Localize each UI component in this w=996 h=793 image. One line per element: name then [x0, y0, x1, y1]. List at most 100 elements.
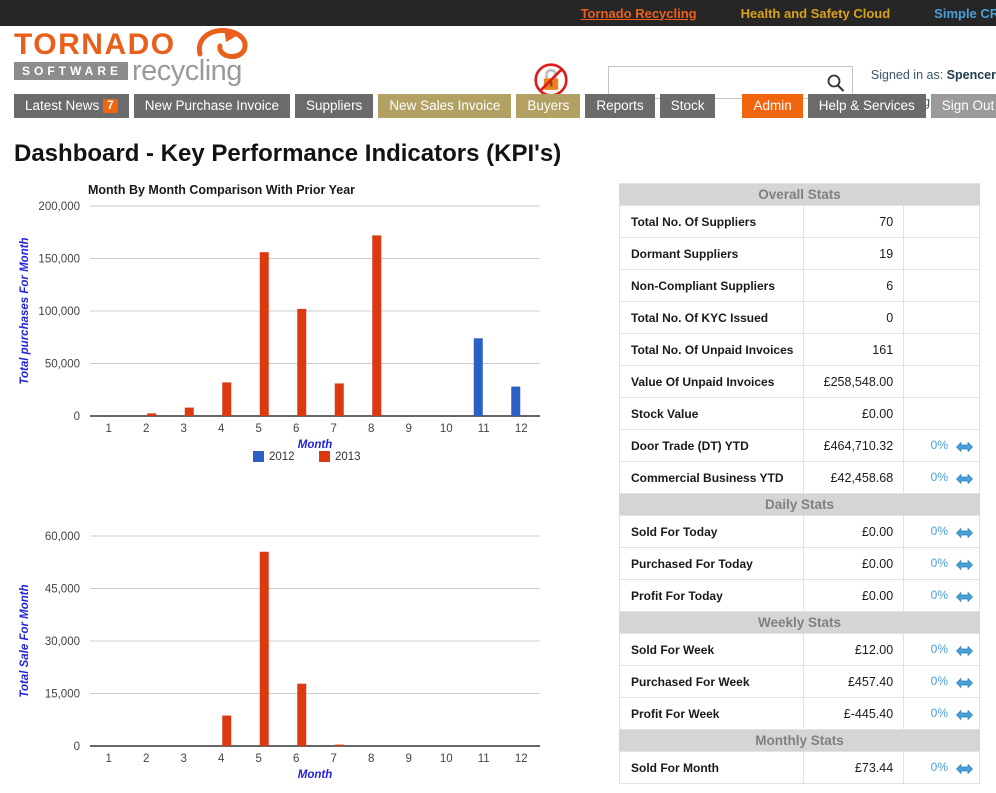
stat-trend: 0% — [903, 633, 980, 666]
chart-bar — [334, 744, 344, 747]
x-axis-tick-label: 4 — [218, 423, 225, 435]
x-axis-tick-label: 6 — [293, 753, 299, 765]
stats-section-title: Daily Stats — [619, 493, 980, 516]
page-title: Dashboard - Key Performance Indicators (… — [14, 140, 562, 167]
stats-section-header: Monthly Stats — [619, 729, 980, 752]
x-axis-tick-label: 2 — [143, 423, 149, 435]
stats-section-header: Weekly Stats — [619, 611, 980, 634]
stat-value: £457.40 — [803, 665, 905, 698]
logo-software-tag: SOFTWARE — [14, 62, 128, 80]
signed-in-username: Spencer — [946, 68, 996, 82]
nav-item-new-purchase-invoice[interactable]: New Purchase Invoice — [133, 94, 291, 118]
search-icon[interactable] — [826, 73, 846, 93]
x-axis-tick-label: 3 — [181, 753, 187, 765]
legend-swatch — [319, 451, 330, 462]
stat-trend: 0% — [903, 697, 980, 730]
signed-in-label: Signed in as: — [870, 68, 944, 82]
stat-value: £12.00 — [803, 633, 905, 666]
table-row: Total No. Of KYC Issued 0 — [618, 301, 980, 334]
logo[interactable]: TORNADO SOFTWARE recycling — [14, 27, 254, 90]
trend-percent: 0% — [930, 641, 948, 656]
stat-label: Non-Compliant Suppliers — [618, 269, 805, 302]
nav-label: Latest News — [25, 98, 100, 113]
table-row: Commercial Business YTD £42,458.68 0% — [618, 461, 980, 494]
stat-label: Sold For Week — [618, 633, 805, 666]
stat-label: Purchased For Week — [618, 665, 805, 698]
y-axis-tick-label: 60,000 — [45, 531, 80, 543]
stat-value: £0.00 — [803, 515, 905, 548]
stat-label: Sold For Today — [618, 515, 805, 548]
stat-value: £258,548.00 — [803, 365, 905, 398]
stats-section-header: Overall Stats — [619, 183, 980, 206]
x-axis-title: Month — [298, 439, 332, 451]
stat-value: 0 — [803, 301, 905, 334]
stat-value: £464,710.32 — [803, 429, 905, 462]
nav-item-suppliers[interactable]: Suppliers — [295, 94, 374, 118]
top-link-simple-crm[interactable]: Simple CRM — [934, 6, 996, 21]
logo-bottom-row: SOFTWARE recycling — [14, 55, 254, 87]
chart-bar — [259, 551, 269, 746]
top-link-tornado-recycling[interactable]: Tornado Recycling — [581, 6, 697, 21]
trend-percent: 0% — [930, 523, 948, 538]
x-axis-tick-label: 5 — [256, 423, 262, 435]
nav-item-help-and-services[interactable]: Help & Services — [807, 94, 926, 118]
x-axis-tick-label: 1 — [106, 423, 112, 435]
nav-item-sign-out[interactable]: Sign Out — [930, 94, 996, 118]
x-axis-tick-label: 9 — [406, 423, 412, 435]
stat-value: 6 — [803, 269, 905, 302]
stat-value: 161 — [803, 333, 905, 366]
y-axis-tick-label: 100,000 — [38, 306, 80, 318]
chart-bar — [372, 235, 382, 416]
y-axis-tick-label: 45,000 — [45, 584, 80, 596]
nav-item-new-sales-invoice[interactable]: New Sales Invoice — [378, 94, 512, 118]
stat-trend: 0% — [903, 515, 980, 548]
stat-label: Total No. Of Suppliers — [618, 205, 805, 238]
trend-flat-arrow-icon — [956, 591, 973, 603]
table-row: Sold For Today £0.00 0% — [618, 515, 980, 548]
trend-percent: 0% — [930, 759, 948, 774]
locked-out-icon[interactable] — [533, 62, 569, 98]
chart-bar — [297, 683, 307, 746]
x-axis-title: Month — [298, 769, 332, 778]
chart-bar — [297, 308, 307, 416]
table-row: Non-Compliant Suppliers 6 — [618, 269, 980, 302]
main-nav: Latest News 7 New Purchase Invoice Supplier… — [0, 94, 996, 122]
trend-percent: 0% — [930, 673, 948, 688]
top-link-health-and-safety-cloud[interactable]: Health and Safety Cloud — [741, 6, 891, 21]
trend-percent: 0% — [930, 555, 948, 570]
x-axis-tick-label: 11 — [478, 753, 490, 765]
table-row: Profit For Week £-445.40 0% — [618, 697, 980, 730]
trend-flat-arrow-icon — [956, 559, 973, 571]
table-row: Total No. Of Suppliers 70 — [618, 205, 980, 238]
stat-value: £0.00 — [803, 397, 905, 430]
table-row: Profit For Today £0.00 0% — [618, 579, 980, 612]
nav-item-buyers[interactable]: Buyers — [516, 94, 581, 118]
stat-trend: 0% — [903, 579, 980, 612]
stat-trend: 0% — [903, 429, 980, 462]
trend-flat-arrow-icon — [956, 645, 973, 657]
stat-trend — [903, 269, 980, 302]
stat-trend: 0% — [903, 461, 980, 494]
stat-trend — [903, 333, 980, 366]
nav-item-admin[interactable]: Admin — [742, 94, 803, 118]
stat-trend — [903, 365, 980, 398]
x-axis-tick-label: 12 — [515, 753, 528, 765]
nav-item-stock[interactable]: Stock — [659, 94, 716, 118]
y-axis-tick-label: 200,000 — [38, 201, 80, 213]
stats-section-title: Monthly Stats — [619, 729, 980, 752]
stat-trend: 0% — [903, 547, 980, 580]
chart-2-canvas: 015,00030,00045,00060,0001 2 3 4 5 6 7 8 9 10 11 12… — [19, 531, 540, 778]
stat-value: £0.00 — [803, 579, 905, 612]
table-row: Sold For Month £73.44 0% — [618, 751, 980, 784]
legend-label: 2012 — [269, 451, 295, 463]
top-utility-bar: Tornado Recycling Health and Safety Clou… — [0, 0, 996, 26]
nav-item-latest-news[interactable]: Latest News 7 — [14, 94, 129, 118]
legend-label: 2013 — [335, 451, 361, 463]
stat-label: Sold For Month — [618, 751, 805, 784]
nav-item-reports[interactable]: Reports — [585, 94, 655, 118]
stat-label: Total No. Of Unpaid Invoices — [618, 333, 805, 366]
stat-label: Dormant Suppliers — [618, 237, 805, 270]
stat-label: Stock Value — [618, 397, 805, 430]
search-input[interactable] — [609, 67, 817, 96]
trend-flat-arrow-icon — [956, 441, 973, 453]
